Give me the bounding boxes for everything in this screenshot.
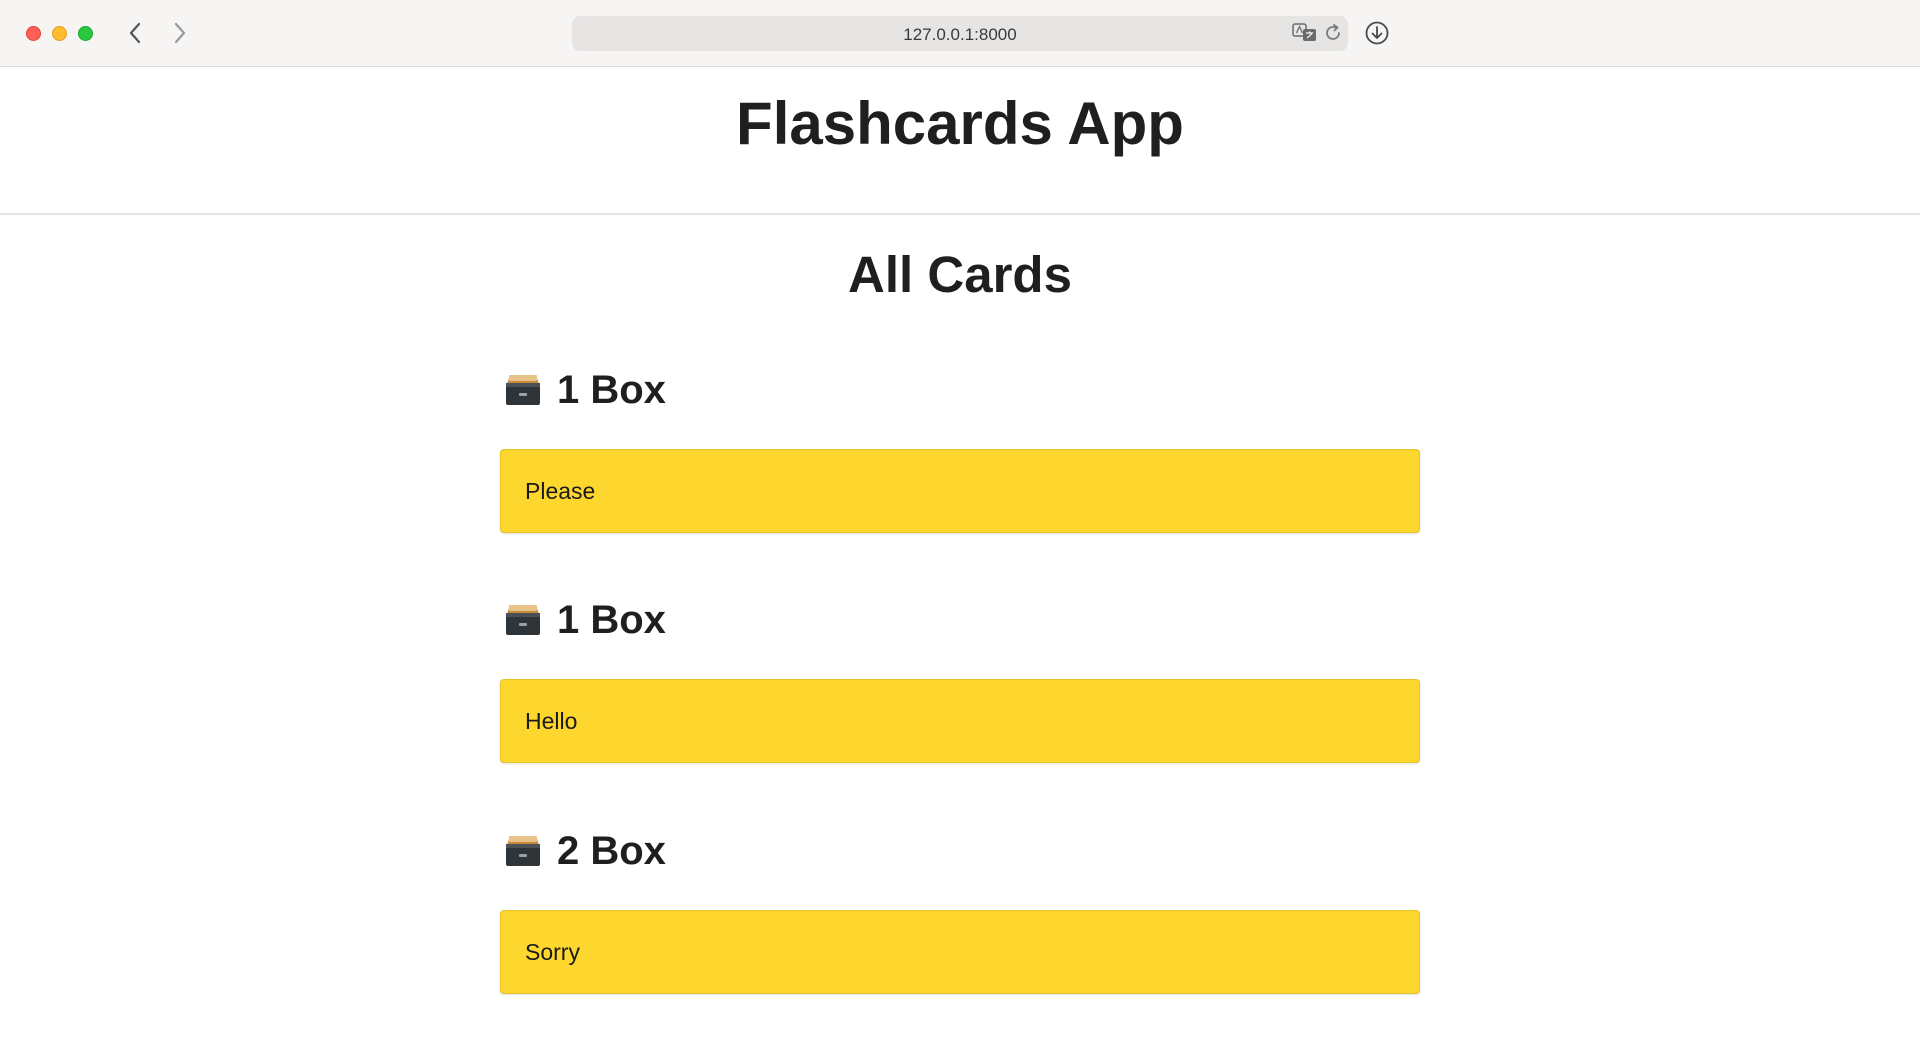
browser-toolbar: 127.0.0.1:8000 — [0, 0, 1920, 67]
box-group: 1 Box Please — [500, 365, 1420, 533]
card-file-box-icon — [506, 836, 540, 866]
maximize-window-button[interactable] — [78, 26, 93, 41]
minimize-window-button[interactable] — [52, 26, 67, 41]
box-group: 2 Box Sorry — [500, 826, 1420, 994]
close-window-button[interactable] — [26, 26, 41, 41]
flashcard[interactable]: Please — [500, 449, 1420, 533]
flashcard-text: Sorry — [525, 939, 580, 965]
address-bar[interactable]: 127.0.0.1:8000 — [572, 16, 1348, 51]
app-header: Flashcards App — [0, 67, 1920, 215]
box-heading: 2 Box — [500, 826, 1420, 876]
forward-button[interactable] — [165, 18, 195, 48]
chevron-right-icon — [174, 22, 186, 44]
reload-icon[interactable] — [1322, 22, 1344, 44]
window-controls — [26, 26, 93, 41]
section-title: All Cards — [848, 246, 1072, 303]
flashcard[interactable]: Hello — [500, 679, 1420, 763]
chevron-left-icon — [129, 22, 141, 44]
translate-icon[interactable] — [1292, 22, 1318, 44]
box-heading-text: 2 Box — [557, 828, 666, 873]
flashcard-text: Please — [525, 478, 596, 504]
card-file-box-icon — [506, 605, 540, 635]
box-heading-text: 1 Box — [557, 597, 666, 642]
back-button[interactable] — [120, 18, 150, 48]
box-heading: 1 Box — [500, 595, 1420, 645]
app-title: Flashcards App — [736, 90, 1184, 157]
box-heading-text: 1 Box — [557, 367, 666, 412]
box-group: 1 Box Hello — [500, 595, 1420, 763]
flashcard-text: Hello — [525, 708, 578, 734]
card-file-box-icon — [506, 375, 540, 405]
flashcard[interactable]: Sorry — [500, 910, 1420, 994]
download-icon[interactable] — [1364, 20, 1390, 46]
url-text: 127.0.0.1:8000 — [903, 25, 1017, 44]
box-heading: 1 Box — [500, 365, 1420, 415]
